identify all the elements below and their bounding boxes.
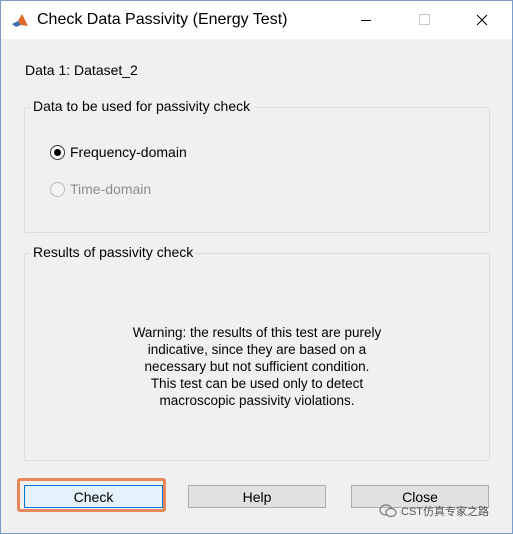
data-label: Data 1: Dataset_2 bbox=[25, 62, 138, 78]
radio-unselected-icon bbox=[50, 181, 65, 197]
radio-frequency-domain-label: Frequency-domain bbox=[70, 144, 187, 160]
results-group: Results of passivity check Warning: the … bbox=[24, 244, 490, 461]
wechat-icon bbox=[379, 504, 397, 518]
title-bar[interactable]: Check Data Passivity (Energy Test) bbox=[1, 1, 512, 39]
help-button[interactable]: Help bbox=[188, 485, 326, 508]
window-title: Check Data Passivity (Energy Test) bbox=[37, 11, 288, 28]
warning-text: Warning: the results of this test are pu… bbox=[132, 325, 382, 408]
results-legend: Results of passivity check bbox=[30, 244, 197, 260]
dialog-window: Check Data Passivity (Energy Test) Data … bbox=[0, 0, 513, 534]
watermark-text: CST仿真专家之路 bbox=[401, 506, 489, 518]
radio-frequency-domain[interactable]: Frequency-domain bbox=[50, 144, 187, 160]
watermark: CST仿真专家之路 bbox=[379, 503, 489, 519]
radio-time-domain-label: Time-domain bbox=[70, 181, 152, 197]
data-selection-legend: Data to be used for passivity check bbox=[30, 98, 254, 114]
close-icon[interactable] bbox=[459, 1, 505, 39]
radio-time-domain: Time-domain bbox=[50, 181, 151, 197]
data-selection-group: Data to be used for passivity check Freq… bbox=[24, 98, 490, 233]
check-button[interactable]: Check bbox=[24, 485, 163, 508]
maximize-icon bbox=[401, 1, 447, 39]
matlab-icon bbox=[12, 14, 28, 27]
minimize-icon[interactable] bbox=[343, 1, 389, 39]
radio-selected-icon[interactable] bbox=[50, 144, 65, 160]
